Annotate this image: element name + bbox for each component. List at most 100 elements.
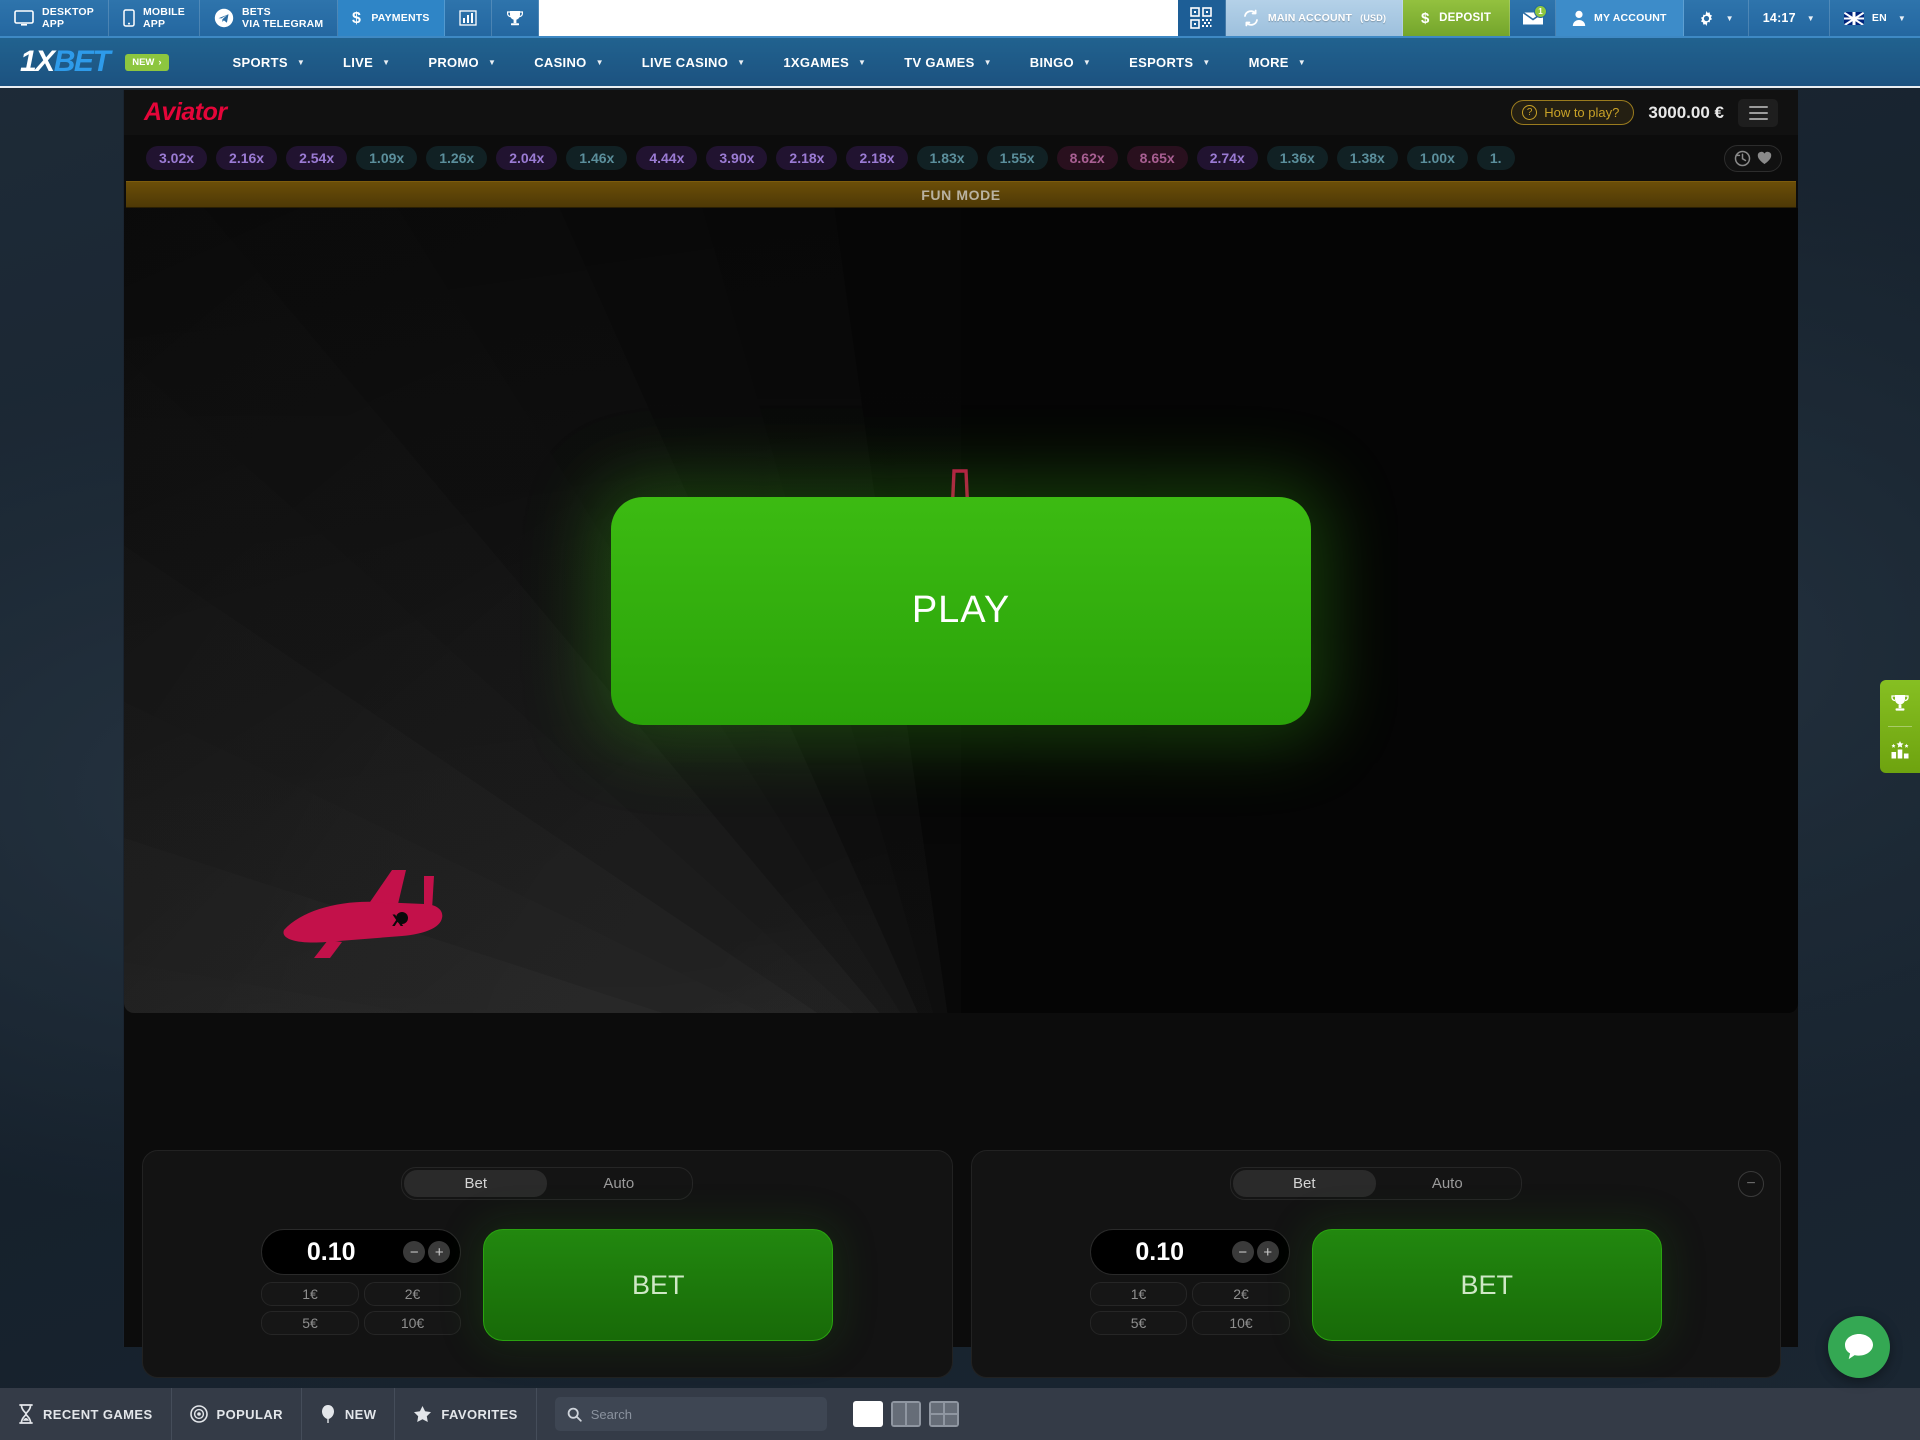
topbar-item-results[interactable] <box>492 0 539 36</box>
nav-item-1xgames[interactable]: 1XGAMES ▼ <box>765 47 884 78</box>
nav-item-live-casino[interactable]: LIVE CASINO ▼ <box>624 47 764 78</box>
stake-increment-2[interactable]: + <box>1256 1241 1279 1263</box>
view-split-button[interactable] <box>890 1401 921 1427</box>
stake-decrement-1[interactable]: − <box>403 1241 426 1263</box>
view-cell <box>944 1415 957 1425</box>
bottombar-recent-games[interactable]: RECENT GAMES <box>0 1388 172 1440</box>
bottombar-label: FAVORITES <box>441 1406 518 1422</box>
support-chat-button[interactable] <box>1828 1316 1890 1378</box>
bottombar-new[interactable]: NEW <box>302 1388 396 1440</box>
tab-bet-1[interactable]: Bet <box>404 1170 548 1197</box>
bet-button-1[interactable]: BET <box>483 1229 834 1341</box>
clock-selector[interactable]: 14:17 ▼ <box>1749 0 1830 36</box>
chevron-down-icon: ▼ <box>1297 57 1306 67</box>
quick-stake-2-2[interactable]: 2€ <box>1192 1282 1290 1306</box>
search-input[interactable] <box>590 1406 815 1422</box>
bet-panel-1: Bet Auto 0.10 − + 1€ 2€ 5€ 10€ BET <box>142 1150 953 1378</box>
nav-item-more[interactable]: MORE ▼ <box>1231 47 1324 78</box>
quick-stake-1-3[interactable]: 5€ <box>261 1311 359 1335</box>
trophy-icon[interactable] <box>1887 690 1913 716</box>
bottombar-favorites[interactable]: FAVORITES <box>395 1388 537 1440</box>
quick-stakes-1: 1€ 2€ 5€ 10€ <box>261 1282 462 1335</box>
history-chip[interactable]: 2.74x <box>1196 146 1258 170</box>
history-chip[interactable]: 2.18x <box>846 146 908 170</box>
history-chip[interactable]: 2.16x <box>216 146 278 170</box>
quick-stake-2-3[interactable]: 5€ <box>1089 1311 1188 1335</box>
nav-item-sports[interactable]: SPORTS ▼ <box>215 47 323 78</box>
game-search[interactable] <box>554 1397 827 1431</box>
stake-value-2[interactable]: 0.10 <box>1091 1238 1229 1267</box>
quick-stake-2-4[interactable]: 10€ <box>1192 1311 1290 1335</box>
history-chip[interactable]: 1.09x <box>356 146 418 170</box>
messages-button[interactable]: 1 <box>1510 0 1557 36</box>
nav-item-tv-games[interactable]: TV GAMES ▼ <box>886 47 1010 78</box>
topbar-item-qr-code[interactable] <box>1177 0 1226 36</box>
history-chip[interactable]: 4.44x <box>636 146 698 170</box>
history-chip[interactable]: 1.36x <box>1266 146 1328 170</box>
nav-item-promo[interactable]: PROMO ▼ <box>410 47 514 78</box>
my-account-button[interactable]: MY ACCOUNT <box>1556 0 1684 36</box>
history-chip[interactable]: 8.65x <box>1126 146 1188 170</box>
bottombar-popular[interactable]: POPULAR <box>172 1388 302 1440</box>
tab-bet-2[interactable]: Bet <box>1232 1170 1376 1197</box>
topbar-item-mobile-app[interactable]: MOBILE APP <box>109 0 200 36</box>
game-menu-button[interactable] <box>1738 98 1778 127</box>
nav-item-live[interactable]: LIVE ▼ <box>325 47 408 78</box>
topbar-item-payments[interactable]: $ PAYMENTS <box>338 0 445 36</box>
stake-input-2[interactable]: 0.10 − + <box>1089 1229 1290 1275</box>
nav-item-casino[interactable]: CASINO ▼ <box>516 47 622 78</box>
history-chip[interactable]: 2.04x <box>496 146 558 170</box>
hamburger-icon-line <box>1748 117 1768 120</box>
history-chip[interactable]: 1. <box>1476 146 1515 170</box>
nav-item-esports[interactable]: ESPORTS ▼ <box>1111 47 1228 78</box>
history-chip[interactable]: 8.62x <box>1056 146 1118 170</box>
history-chip[interactable]: 2.18x <box>776 146 838 170</box>
history-chip[interactable]: 3.02x <box>146 146 208 170</box>
leaderboard-icon[interactable] <box>1887 737 1913 763</box>
collapse-panel-button-2[interactable]: − <box>1738 1171 1764 1197</box>
quick-stake-1-1[interactable]: 1€ <box>261 1282 359 1306</box>
how-to-play-button[interactable]: ? How to play? <box>1511 100 1635 125</box>
history-chip[interactable]: 2.54x <box>286 146 348 170</box>
quick-stake-2-1[interactable]: 1€ <box>1089 1282 1188 1306</box>
stake-increment-1[interactable]: + <box>428 1241 451 1263</box>
balloon-icon <box>320 1404 336 1424</box>
deposit-button[interactable]: $ DEPOSIT <box>1403 0 1511 36</box>
new-badge[interactable]: NEW › <box>125 53 169 71</box>
nav-label: BINGO <box>1029 54 1074 70</box>
language-selector[interactable]: EN ▼ <box>1830 0 1920 36</box>
history-chip[interactable]: 3.90x <box>706 146 768 170</box>
svg-text:X: X <box>392 911 404 930</box>
account-selector[interactable]: MAIN ACCOUNT (USD) <box>1225 0 1404 36</box>
tab-auto-1[interactable]: Auto <box>547 1170 690 1197</box>
history-controls[interactable] <box>1724 144 1782 172</box>
bet-mode-toggle-2[interactable]: Bet Auto <box>1229 1167 1522 1200</box>
bet-mode-toggle-1[interactable]: Bet Auto <box>401 1167 694 1200</box>
history-clock-icon[interactable] <box>1734 150 1751 167</box>
nav-item-bingo[interactable]: BINGO ▼ <box>1012 47 1109 78</box>
history-chip[interactable]: 1.83x <box>916 146 978 170</box>
stake-input-1[interactable]: 0.10 − + <box>261 1229 462 1275</box>
history-chip[interactable]: 1.38x <box>1336 146 1398 170</box>
stake-value-1[interactable]: 0.10 <box>262 1238 400 1267</box>
topbar-item-statistics[interactable] <box>445 0 492 36</box>
history-chip[interactable]: 1.26x <box>426 146 488 170</box>
history-chip[interactable]: 1.46x <box>566 146 628 170</box>
view-grid-button[interactable] <box>928 1401 959 1427</box>
heart-icon[interactable] <box>1757 151 1772 165</box>
site-logo[interactable]: 1X BET <box>20 45 111 79</box>
chevron-down-icon: ▼ <box>983 57 992 67</box>
nav-label: PROMO <box>428 54 479 70</box>
tab-auto-2[interactable]: Auto <box>1376 1170 1519 1197</box>
play-button[interactable]: PLAY <box>611 496 1311 725</box>
view-single-button[interactable] <box>852 1401 883 1427</box>
stake-decrement-2[interactable]: − <box>1231 1241 1254 1263</box>
bet-button-2[interactable]: BET <box>1311 1229 1662 1341</box>
topbar-item-bets-via-telegram[interactable]: BETS VIA TELEGRAM <box>200 0 339 36</box>
quick-stake-1-2[interactable]: 2€ <box>363 1282 462 1306</box>
quick-stake-1-4[interactable]: 10€ <box>363 1311 462 1335</box>
topbar-item-desktop-app[interactable]: DESKTOP APP <box>0 0 109 36</box>
settings-button[interactable]: ▼ <box>1684 0 1749 36</box>
history-chip[interactable]: 1.55x <box>986 146 1048 170</box>
history-chip[interactable]: 1.00x <box>1406 146 1468 170</box>
